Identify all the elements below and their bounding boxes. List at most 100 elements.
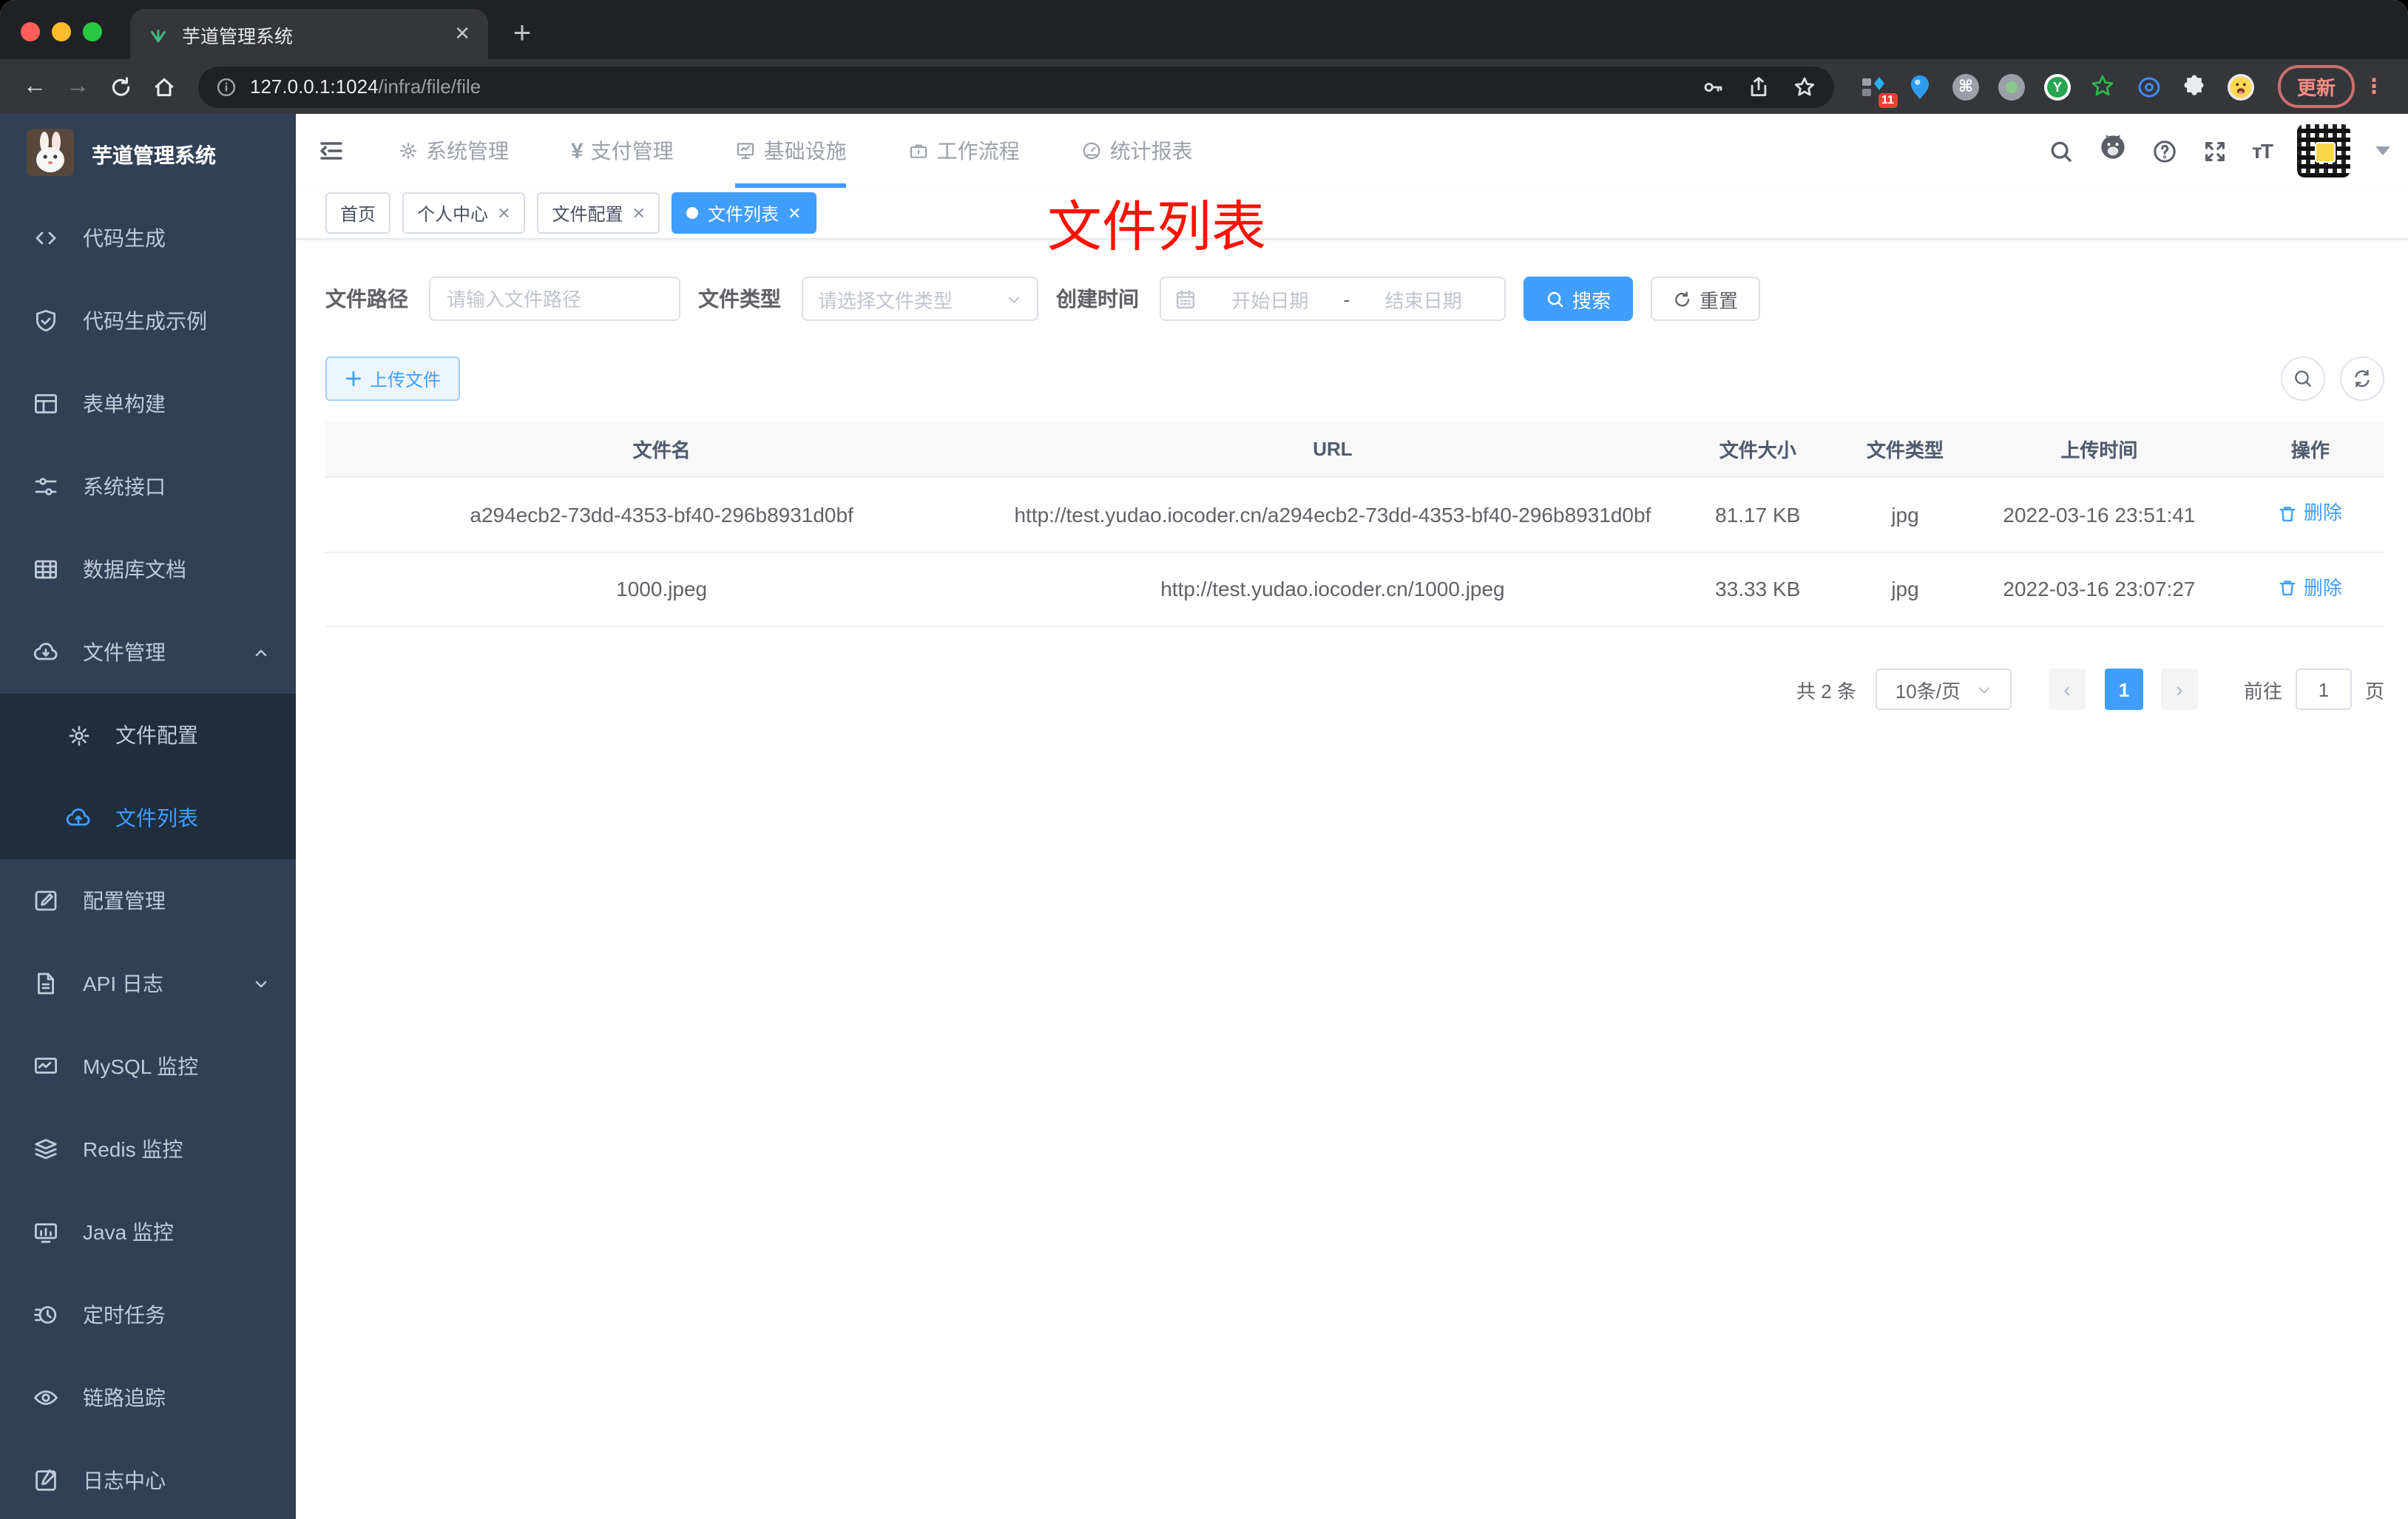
date-range-picker[interactable]: 开始日期 - 结束日期 [1160, 277, 1506, 321]
gear-icon [398, 141, 419, 161]
password-key-icon[interactable] [1701, 75, 1725, 98]
reload-icon[interactable] [101, 67, 141, 106]
url-host: 127.0.0.1:1024 [250, 75, 379, 98]
upload-file-button[interactable]: 上传文件 [325, 356, 461, 401]
dot-extension-icon[interactable] [1998, 73, 2025, 100]
qr-avatar[interactable] [2297, 124, 2350, 177]
sidebar-item-api-log[interactable]: API 日志 [0, 942, 296, 1025]
font-size-icon[interactable]: тT [2252, 139, 2273, 163]
help-icon[interactable] [2151, 138, 2177, 163]
close-icon[interactable]: ✕ [788, 203, 801, 223]
close-window-button[interactable] [21, 22, 40, 41]
balloon-extension-icon[interactable] [1907, 73, 1933, 100]
password-manager-extension-icon[interactable]: 11 [1861, 73, 1898, 107]
tag-profile[interactable]: 个人中心 ✕ [402, 192, 526, 234]
nav-infrastructure[interactable]: 基础设施 [705, 114, 878, 188]
file-type-select[interactable]: 请选择文件类型 [802, 277, 1038, 321]
sidebar-item-db-doc[interactable]: 数据库文档 [0, 528, 296, 611]
delete-button[interactable]: 删除 [2279, 572, 2342, 604]
sidebar-item-code-generation[interactable]: 代码生成 [0, 197, 296, 280]
sidebar-item-file-list[interactable]: 文件列表 [0, 777, 296, 859]
browser-tab[interactable]: 芋道管理系统 ✕ [130, 9, 488, 59]
close-icon[interactable]: ✕ [497, 203, 510, 223]
nav-system-management[interactable]: 系统管理 [367, 114, 540, 188]
sidebar-item-redis-monitor[interactable]: Redis 监控 [0, 1108, 296, 1191]
delete-button[interactable]: 删除 [2279, 497, 2342, 530]
next-page-button[interactable]: › [2160, 669, 2198, 710]
cloud-upload-icon [65, 805, 92, 831]
y-extension-icon[interactable]: Y [2043, 73, 2071, 100]
address-bar[interactable]: 127.0.0.1:1024/infra/file/file [198, 66, 1834, 107]
sidebar-item-code-example[interactable]: 代码生成示例 [0, 280, 296, 362]
forward-icon[interactable]: → [58, 67, 98, 106]
col-url: URL [998, 422, 1668, 478]
log-center-icon [33, 1467, 59, 1494]
search-icon[interactable] [2048, 138, 2073, 163]
extensions-puzzle-icon[interactable] [2182, 73, 2208, 100]
tab-close-icon[interactable]: ✕ [454, 22, 470, 46]
form-grid-icon [33, 390, 59, 417]
nav-reports[interactable]: 统计报表 [1051, 114, 1224, 188]
star-extension-icon[interactable] [2090, 73, 2117, 100]
pagination-total: 共 2 条 [1796, 680, 1856, 702]
caret-down-icon[interactable] [2375, 146, 2390, 155]
nav-workflow[interactable]: 工作流程 [878, 114, 1051, 188]
toggle-search-button[interactable] [2281, 356, 2325, 401]
sidebar-item-file-config[interactable]: 文件配置 [0, 694, 296, 777]
emoji-avatar-icon[interactable] [2227, 73, 2254, 100]
sidebar-item-config-management[interactable]: 配置管理 [0, 859, 296, 942]
close-icon[interactable]: ✕ [632, 203, 646, 223]
github-icon[interactable] [2098, 133, 2126, 169]
file-path-input[interactable] [429, 277, 680, 321]
sidebar-item-mysql-monitor[interactable]: MySQL 监控 [0, 1025, 296, 1108]
refresh-table-button[interactable] [2340, 356, 2384, 401]
current-page-button[interactable]: 1 [2104, 669, 2143, 710]
page-size-select[interactable]: 10条/页 [1875, 669, 2012, 710]
nav-payment-management[interactable]: ¥ 支付管理 [540, 114, 705, 188]
java-monitor-icon [33, 1219, 59, 1245]
table-tools [2281, 356, 2384, 401]
cell-filename: 1000.jpeg [325, 552, 998, 627]
prev-page-button[interactable]: ‹ [2048, 669, 2086, 710]
sidebar-item-log-center[interactable]: 日志中心 [0, 1439, 296, 1519]
sidebar-collapse-icon[interactable] [296, 138, 367, 164]
tag-file-list[interactable]: 文件列表 ✕ [672, 192, 816, 234]
home-icon[interactable] [143, 67, 183, 106]
sidebar-item-form-builder[interactable]: 表单构建 [0, 362, 296, 445]
col-filetype: 文件类型 [1847, 422, 1963, 478]
sidebar-item-file-management[interactable]: 文件管理 [0, 611, 296, 694]
date-separator: - [1343, 288, 1350, 310]
share-icon[interactable] [1747, 75, 1771, 98]
browser-update-button[interactable]: 更新 [2277, 65, 2355, 108]
new-tab-button[interactable]: + [500, 12, 544, 56]
tag-file-config[interactable]: 文件配置 ✕ [537, 192, 660, 234]
file-table: 文件名 URL 文件大小 文件类型 上传时间 操作 a294ecb2-73dd-… [325, 422, 2384, 627]
sidebar-item-system-api[interactable]: 系统接口 [0, 445, 296, 528]
sidebar-item-cron-task[interactable]: 定时任务 [0, 1273, 296, 1356]
reset-button[interactable]: 重置 [1651, 277, 1761, 321]
command-extension-icon[interactable]: ⌘ [1952, 73, 1979, 100]
search-button[interactable]: 搜索 [1523, 277, 1634, 321]
cell-uploadtime: 2022-03-16 23:51:41 [1962, 477, 2236, 552]
gauge-icon [1082, 141, 1103, 161]
back-icon[interactable]: ← [15, 67, 55, 106]
cell-filetype: jpg [1847, 477, 1963, 552]
bookmark-star-icon[interactable] [1793, 75, 1816, 98]
sidebar-item-trace[interactable]: 链路追踪 [0, 1356, 296, 1439]
date-end-placeholder[interactable]: 结束日期 [1356, 285, 1491, 313]
site-info-icon[interactable] [216, 76, 237, 97]
minimize-window-button[interactable] [52, 22, 71, 41]
tags-view-bar: 首页 个人中心 ✕ 文件配置 ✕ 文件列表 ✕ [296, 188, 2408, 240]
fullscreen-icon[interactable] [2202, 138, 2227, 163]
date-start-placeholder[interactable]: 开始日期 [1203, 285, 1338, 313]
tag-home[interactable]: 首页 [325, 192, 391, 234]
maximize-window-button[interactable] [83, 22, 102, 41]
browser-toolbar: ← → 127.0.0.1:1024/infra/file/file 11 ⌘ … [0, 59, 2408, 114]
yen-icon: ¥ [571, 138, 584, 163]
goto-page-input[interactable] [2295, 669, 2352, 710]
eye-extension-icon[interactable] [2136, 73, 2162, 100]
url-path: /infra/file/file [378, 75, 481, 98]
sidebar-item-java-monitor[interactable]: Java 监控 [0, 1191, 296, 1273]
database-table-icon [33, 556, 59, 583]
browser-menu-icon[interactable]: ⋮ [2364, 74, 2393, 99]
